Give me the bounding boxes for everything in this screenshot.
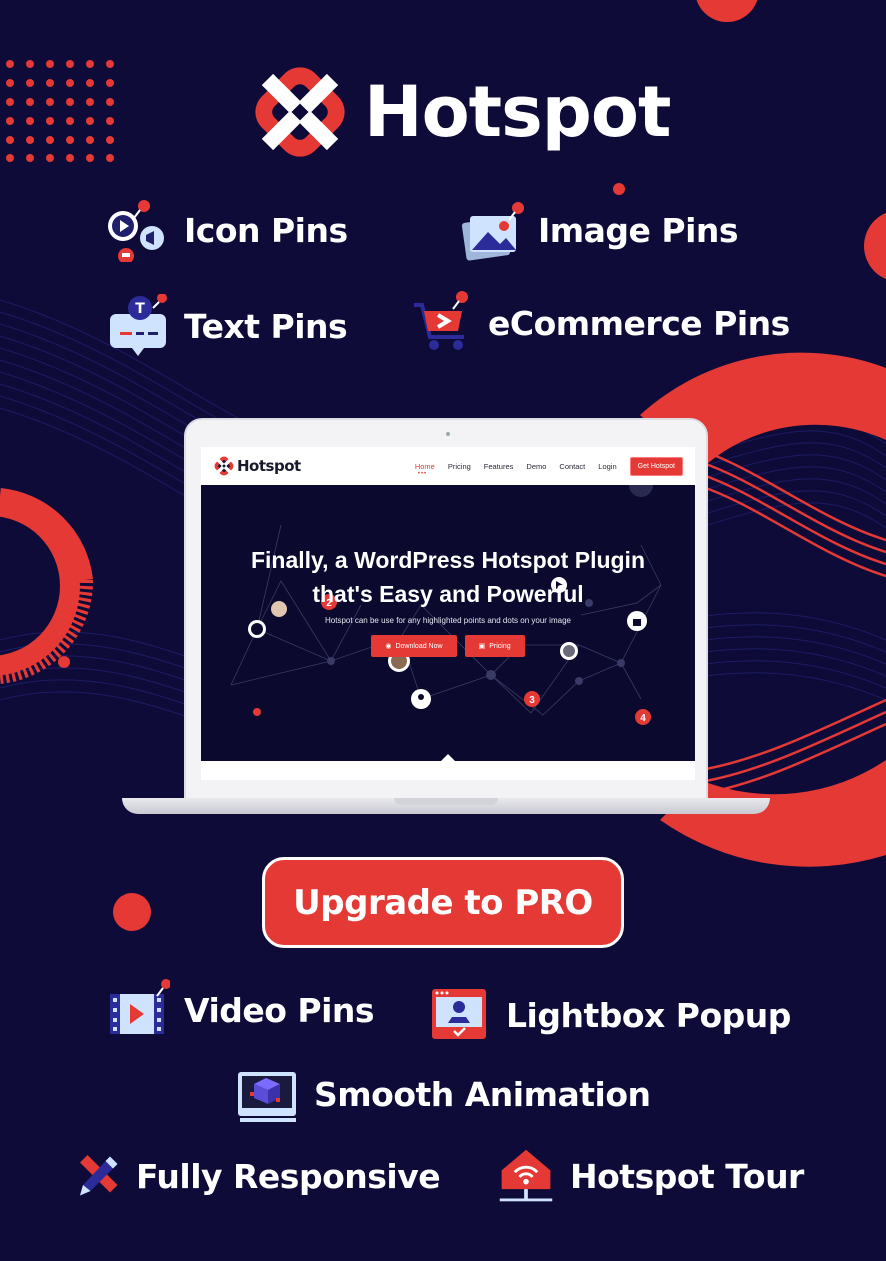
- feature-label: Fully Responsive: [136, 1156, 441, 1196]
- feature-label: eCommerce Pins: [488, 303, 790, 343]
- download-now-label: Download Now: [395, 642, 443, 650]
- feature-fully-responsive: Fully Responsive: [74, 1144, 441, 1208]
- feature-text-pins: T Text Pins: [106, 294, 348, 358]
- promo-banner: Hotspot Icon Pins Image Pins T Text Pins…: [0, 0, 886, 1261]
- section-pointer: [441, 754, 455, 761]
- feature-label: Image Pins: [538, 210, 739, 250]
- feature-ecommerce-pins: eCommerce Pins: [410, 291, 790, 355]
- demo-site-navbar: Hotspot Home Pricing Features Demo Conta…: [201, 447, 695, 485]
- laptop-notch: [394, 798, 498, 805]
- demo-site-logo[interactable]: Hotspot: [213, 455, 301, 477]
- laptop-screen: Hotspot Home Pricing Features Demo Conta…: [201, 447, 695, 780]
- feature-smooth-animation: Smooth Animation: [236, 1062, 651, 1126]
- demo-hero-title-line2: that's Easy and Powerful: [312, 581, 584, 607]
- wordpress-icon: ◉: [385, 643, 392, 650]
- fully-responsive-icon: [80, 1155, 118, 1196]
- pin-number: 4: [640, 713, 646, 724]
- feature-label: Hotspot Tour: [570, 1156, 804, 1196]
- hotspot-logo-icon: [214, 456, 234, 476]
- feature-lightbox-popup: Lightbox Popup: [428, 983, 791, 1047]
- video-pins-icon: [110, 979, 170, 1034]
- hotspot-tour-icon: [499, 1149, 553, 1202]
- feature-label: Smooth Animation: [314, 1074, 651, 1114]
- brand-logo: Hotspot: [248, 60, 671, 164]
- brand-name: Hotspot: [364, 71, 671, 153]
- feature-hotspot-tour: Hotspot Tour: [496, 1144, 804, 1208]
- nav-home[interactable]: Home: [415, 462, 435, 477]
- nav-pricing[interactable]: Pricing: [448, 462, 471, 471]
- demo-site-below-hero: [201, 761, 695, 780]
- demo-hero-title-line1: Finally, a WordPress Hotspot Plugin: [250, 547, 646, 573]
- demo-hero-subtitle: Hotspot can be use for any highlighted p…: [325, 616, 571, 625]
- feature-video-pins: Video Pins: [106, 978, 375, 1042]
- smooth-animation-icon: [238, 1072, 296, 1122]
- svg-text:T: T: [135, 301, 145, 317]
- feature-label: Video Pins: [184, 990, 375, 1030]
- cart-icon: ▣: [478, 643, 486, 650]
- pin-number: 3: [529, 695, 535, 706]
- feature-label: Icon Pins: [184, 210, 348, 250]
- laptop-lid: Hotspot Home Pricing Features Demo Conta…: [184, 418, 708, 802]
- nav-login[interactable]: Login: [598, 462, 616, 471]
- hotspot-logo-icon: [255, 67, 345, 157]
- get-hotspot-button[interactable]: Get Hotspot: [629, 456, 683, 476]
- text-pins-icon: T: [110, 294, 167, 356]
- demo-site-menu: Home Pricing Features Demo Contact Login…: [415, 456, 683, 477]
- feature-label: Text Pins: [184, 306, 348, 346]
- nav-features[interactable]: Features: [484, 462, 514, 471]
- image-pins-icon: [461, 202, 524, 261]
- demo-hero-title: Finally, a WordPress Hotspot Plugin that…: [201, 543, 695, 611]
- icon-pins-icon: [108, 200, 164, 262]
- feature-image-pins: Image Pins: [460, 198, 739, 262]
- demo-site-hero: 2 3 4 Finally, a WordPress Hotspot Plugi…: [201, 485, 695, 761]
- demo-site-logo-text: Hotspot: [237, 457, 301, 475]
- nav-demo[interactable]: Demo: [526, 462, 546, 471]
- upgrade-to-pro-button[interactable]: Upgrade to PRO: [262, 857, 624, 948]
- pricing-label: Pricing: [489, 642, 511, 650]
- demo-hero-buttons: ◉ Download Now ▣ Pricing: [201, 635, 695, 657]
- download-now-button[interactable]: ◉ Download Now: [371, 635, 457, 657]
- laptop-mockup: Hotspot Home Pricing Features Demo Conta…: [122, 418, 770, 818]
- lightbox-popup-icon: [432, 989, 486, 1039]
- feature-icon-pins: Icon Pins: [106, 198, 348, 262]
- camera-dot: [446, 432, 450, 436]
- ecommerce-pins-icon: [414, 291, 468, 350]
- feature-label: Lightbox Popup: [506, 995, 791, 1035]
- dot-grid-decoration: [6, 60, 114, 162]
- pricing-button[interactable]: ▣ Pricing: [464, 635, 525, 657]
- nav-contact[interactable]: Contact: [559, 462, 585, 471]
